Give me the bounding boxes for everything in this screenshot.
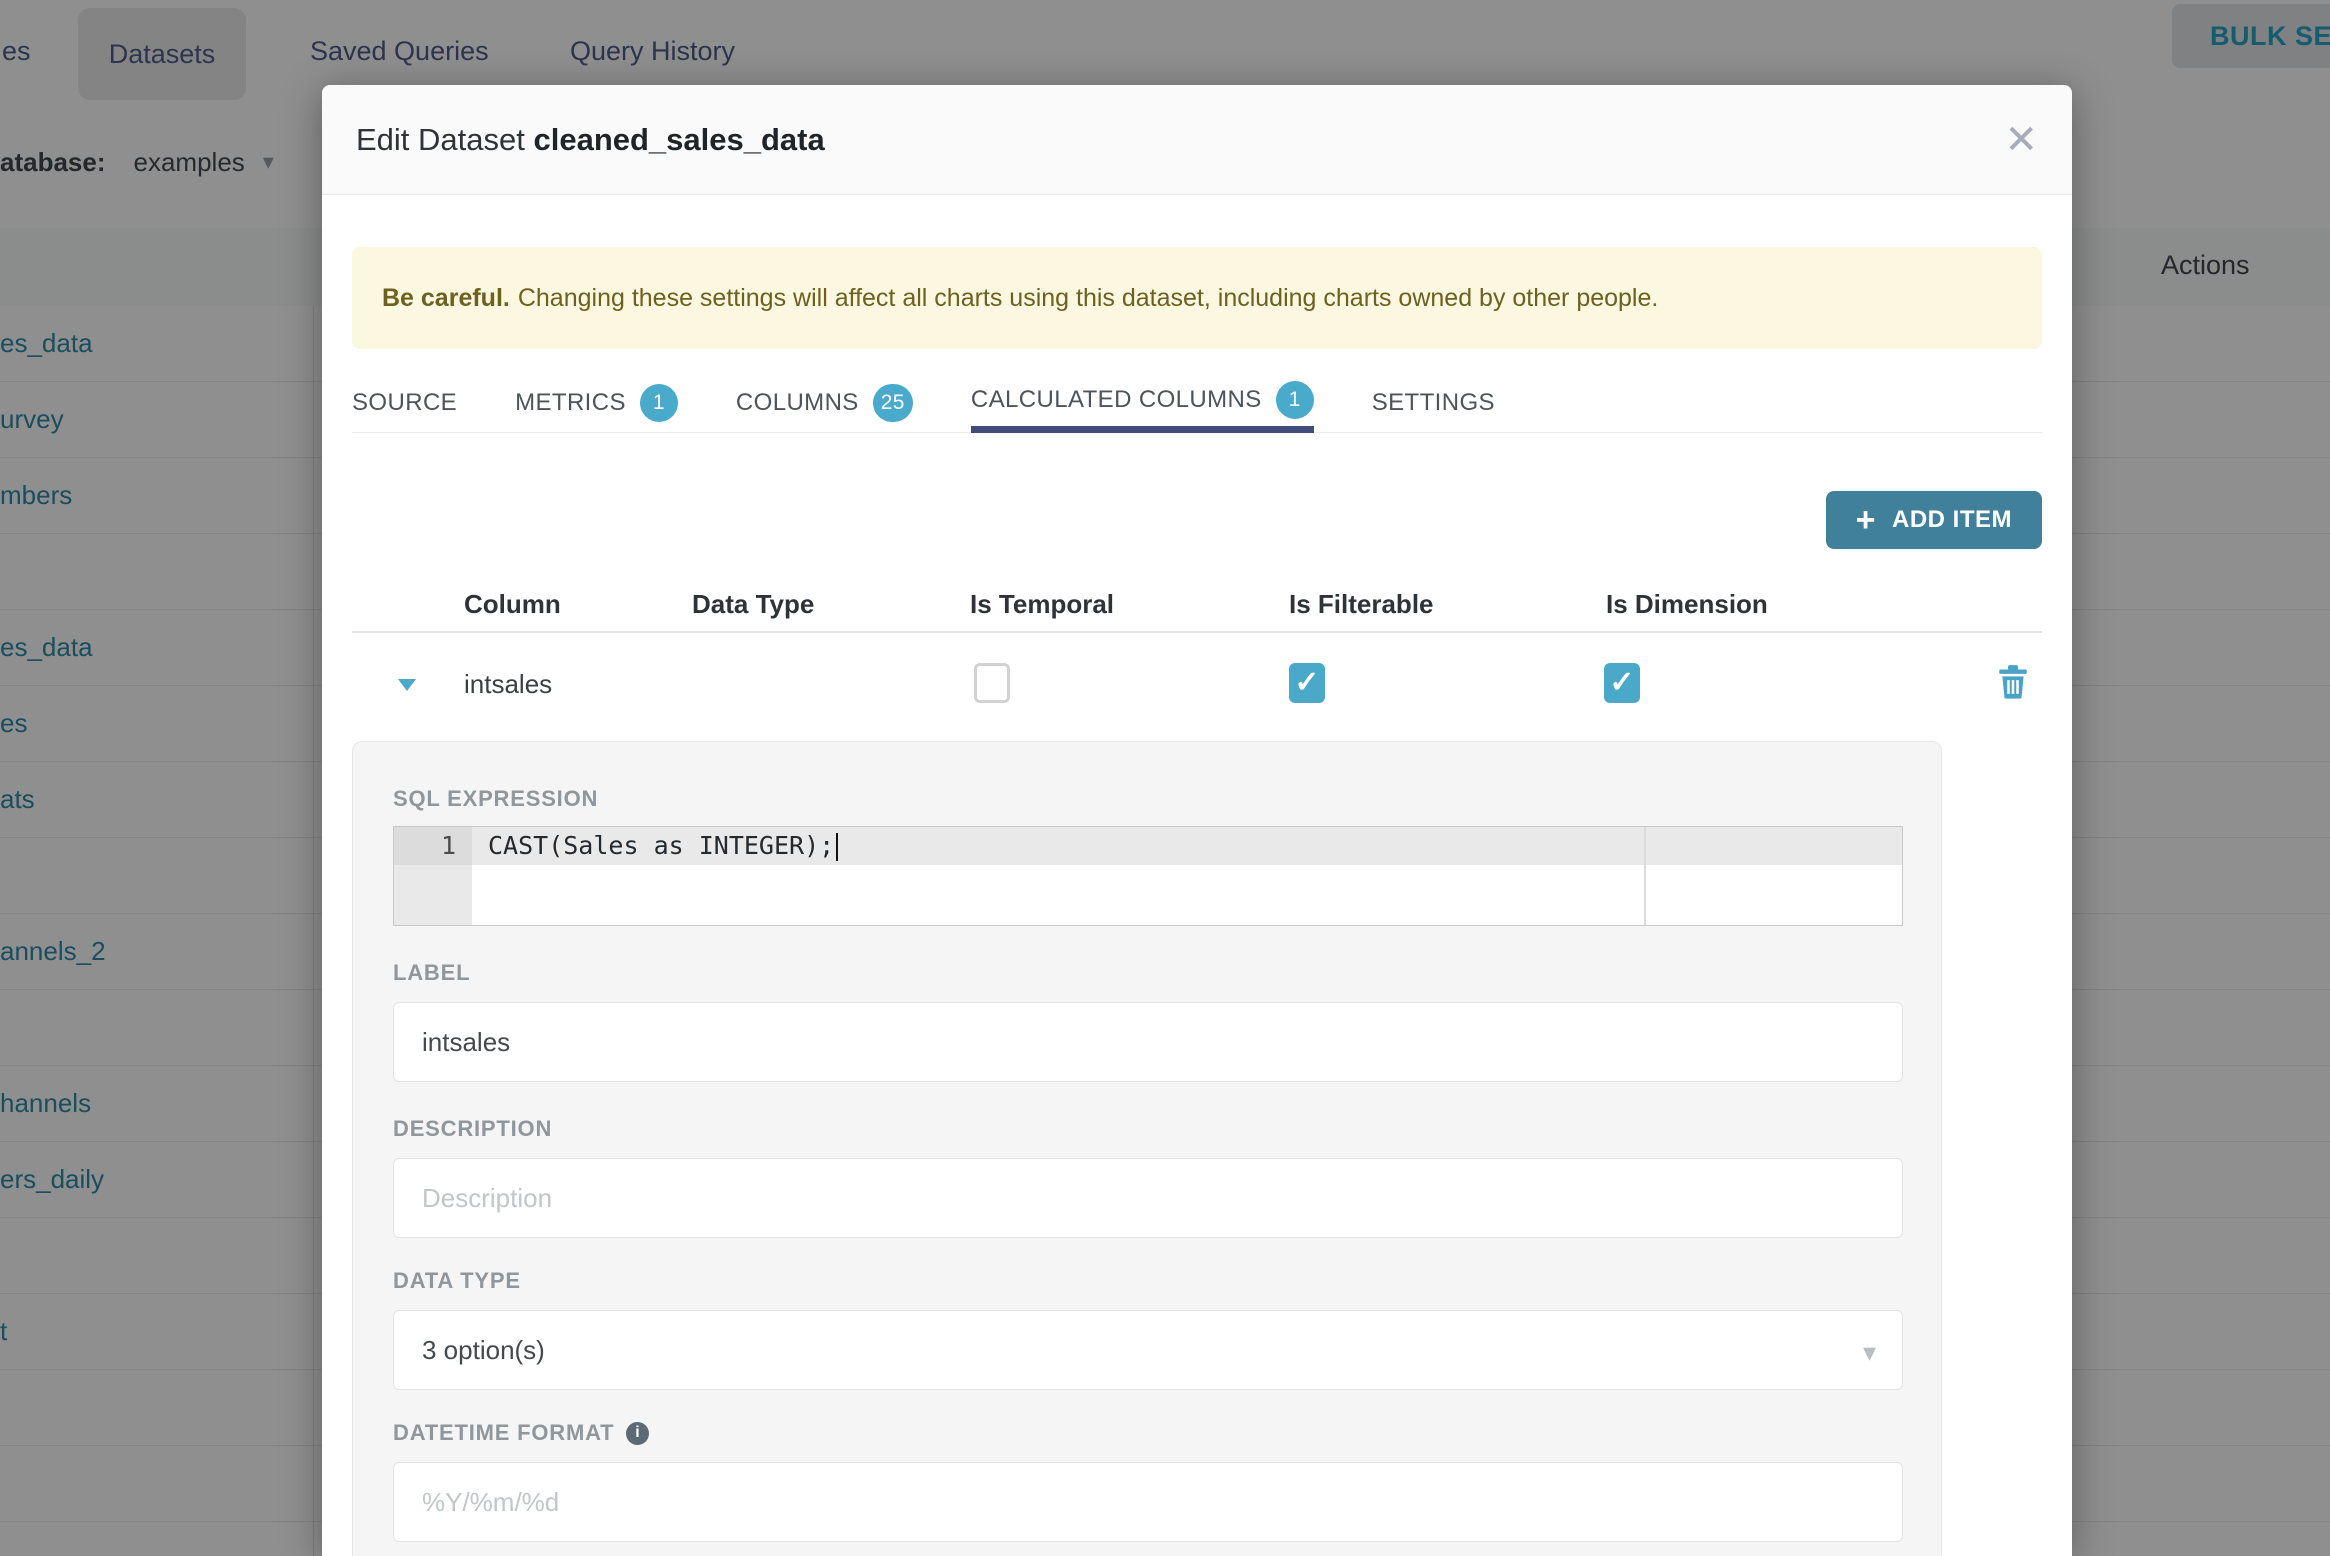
info-icon[interactable]: i (626, 1421, 650, 1445)
label-input[interactable]: intsales (393, 1002, 1903, 1082)
description-placeholder: Description (422, 1182, 553, 1213)
column-name: intsales (464, 669, 553, 699)
is-temporal-checkbox[interactable] (974, 663, 1010, 703)
description-field-label: DESCRIPTION (393, 1116, 553, 1141)
warning-banner-text: Changing these settings will affect all … (517, 283, 1659, 312)
label-field-group: LABEL intsales (393, 960, 1903, 1082)
datetime-format-placeholder: %Y/%m/%d (422, 1486, 560, 1517)
is-filterable-checkbox[interactable]: ✓ (1289, 663, 1325, 703)
add-item-button[interactable]: + ADD ITEM (1825, 491, 2042, 549)
delete-column-button[interactable] (1998, 665, 2028, 704)
modal-header: Edit Dataset cleaned_sales_data ✕ (322, 85, 2072, 195)
text-cursor (836, 833, 839, 861)
header-is-dimension: Is Dimension (1606, 589, 1768, 619)
editor-gutter: 1 (394, 827, 472, 925)
collapse-caret-icon[interactable] (398, 679, 416, 691)
tab-calculated-columns-badge: 1 (1275, 380, 1314, 419)
datetime-field-label: DATETIME FORMAT i (393, 1420, 1901, 1446)
modal-title: Edit Dataset cleaned_sales_data (356, 122, 825, 158)
header-data-type: Data Type (692, 589, 815, 619)
modal-body: Be careful. Changing these settings will… (322, 247, 2072, 1556)
calculated-columns-toolbar: + ADD ITEM (352, 491, 2042, 549)
tab-metrics[interactable]: METRICS 1 (515, 373, 678, 433)
check-icon: ✓ (1294, 666, 1320, 699)
modal-tabs: SOURCE METRICS 1 COLUMNS 25 CALCULATED C… (352, 373, 2042, 433)
description-field-group: DESCRIPTION Description (393, 1116, 1903, 1238)
tab-columns-badge: 25 (872, 384, 913, 422)
tab-metrics-badge: 1 (639, 384, 678, 422)
datetime-field-label-text: DATETIME FORMAT (393, 1420, 615, 1445)
line-number: 1 (394, 827, 472, 865)
label-input-value: intsales (422, 1026, 511, 1057)
tab-source[interactable]: SOURCE (352, 373, 457, 433)
trash-icon (1999, 665, 2027, 699)
columns-table-header: Column Data Type Is Temporal Is Filterab… (352, 587, 2042, 633)
tab-source-label: SOURCE (352, 389, 458, 416)
warning-banner: Be careful. Changing these settings will… (352, 247, 2042, 349)
check-icon: ✓ (1609, 666, 1635, 699)
datetime-format-input[interactable]: %Y/%m/%d (393, 1462, 1903, 1542)
description-input[interactable]: Description (393, 1158, 1903, 1238)
tab-columns[interactable]: COLUMNS 25 (736, 373, 913, 433)
add-item-label: ADD ITEM (1892, 506, 2012, 533)
plus-icon: + (1855, 501, 1876, 539)
edit-dataset-modal: Edit Dataset cleaned_sales_data ✕ Be car… (322, 85, 2072, 1556)
tab-columns-label: COLUMNS (735, 389, 859, 416)
tab-calculated-columns[interactable]: CALCULATED COLUMNS 1 (970, 373, 1314, 433)
datatype-field-label: DATA TYPE (393, 1268, 521, 1293)
is-dimension-checkbox[interactable]: ✓ (1604, 663, 1640, 703)
column-editor-panel: SQL EXPRESSION 1 CAST(Sales as INTEGER);… (352, 741, 1942, 1556)
tab-settings[interactable]: SETTINGS (1372, 373, 1495, 433)
editor-print-margin (1644, 827, 1646, 925)
modal-title-prefix: Edit Dataset (356, 121, 534, 157)
datatype-select-value: 3 option(s) (422, 1334, 545, 1365)
modal-title-dataset-name: cleaned_sales_data (533, 121, 825, 157)
sql-editor[interactable]: 1 CAST(Sales as INTEGER); (393, 826, 1903, 926)
header-column: Column (464, 589, 561, 619)
datatype-field-group: DATA TYPE 3 option(s) ▾ (393, 1268, 1903, 1390)
datetime-field-group: DATETIME FORMAT i %Y/%m/%d (393, 1420, 1903, 1542)
label-field-label: LABEL (393, 960, 471, 985)
tab-calculated-columns-label: CALCULATED COLUMNS (970, 385, 1262, 413)
chevron-down-icon: ▾ (1862, 1337, 1876, 1367)
app-page: es Datasets Saved Queries Query History … (0, 0, 2330, 1556)
calculated-column-row: intsales ✓ ✓ (352, 633, 2042, 737)
sql-expression-label: SQL EXPRESSION (393, 786, 599, 811)
sql-code: CAST(Sales as INTEGER); (488, 827, 839, 865)
header-is-filterable: Is Filterable (1289, 589, 1434, 619)
tab-metrics-label: METRICS (515, 389, 626, 416)
datatype-select[interactable]: 3 option(s) ▾ (393, 1310, 1903, 1390)
close-icon[interactable]: ✕ (2004, 120, 2038, 160)
warning-banner-bold: Be careful. (382, 283, 510, 312)
tab-settings-label: SETTINGS (1371, 389, 1495, 416)
header-is-temporal: Is Temporal (970, 589, 1115, 619)
